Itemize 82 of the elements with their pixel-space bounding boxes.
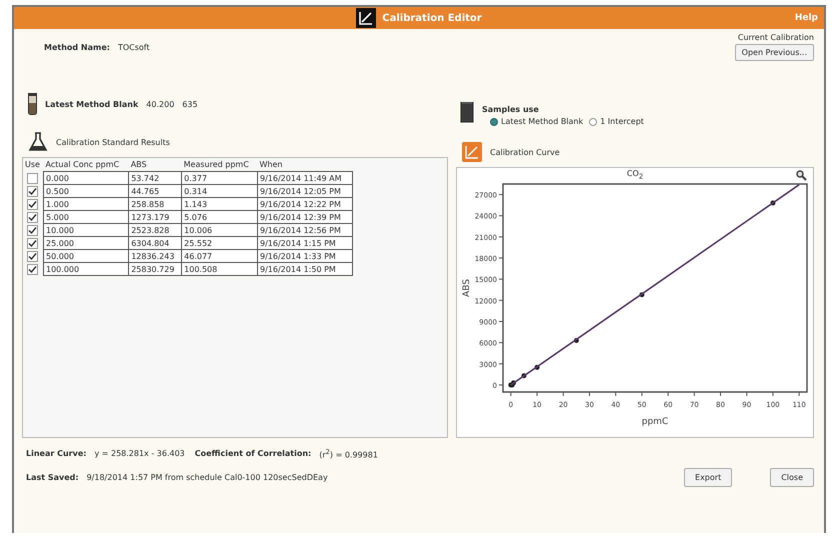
table-cell: 9/16/2014 1:50 PM — [258, 262, 352, 276]
open-previous-button[interactable]: Open Previous... — [734, 44, 814, 61]
table-cell: 25.552 — [182, 236, 258, 250]
checkbox[interactable] — [27, 186, 38, 196]
table-cell: 12836.243 — [128, 250, 182, 262]
data-point — [534, 364, 540, 370]
column-header: Use — [23, 158, 44, 172]
checkbox[interactable] — [27, 238, 38, 248]
method-blank-value: 40.200 — [146, 100, 174, 108]
vial-icon — [28, 93, 37, 115]
data-point — [521, 373, 526, 378]
table-cell: 9/16/2014 11:49 AM — [258, 172, 352, 184]
axis-title: ppmC — [642, 417, 668, 427]
table-cell: 258.858 — [128, 198, 182, 210]
checkbox[interactable] — [27, 212, 38, 222]
method-name-value: TOCsoft — [118, 43, 150, 52]
section-title: Calibration Curve — [490, 148, 560, 156]
window-title: Calibration Editor — [382, 12, 482, 24]
checkbox[interactable] — [27, 264, 38, 274]
correlation-value: (r$^{2}$) = 0.99981 — [319, 448, 378, 460]
samples-use-title: Samples use — [482, 105, 540, 114]
method-name-label: Method Name: — [44, 43, 110, 52]
column-header: ABS — [128, 158, 182, 172]
table-cell: 10.000 — [44, 224, 129, 236]
flask-icon — [28, 132, 48, 152]
table-cell: 5.000 — [44, 210, 129, 224]
table-cell: 9/16/2014 1:33 PM — [258, 250, 352, 262]
table-cell: 0.377 — [182, 172, 258, 184]
table-cell: 25830.729 — [128, 262, 182, 276]
table-cell: 1.143 — [182, 198, 258, 210]
table-cell: 1273.179 — [128, 210, 182, 224]
table-cell: 0.000 — [44, 172, 129, 184]
linear-curve-label: Linear Curve: — [26, 449, 86, 458]
correlation-label: Coefficient of Correlation: — [194, 449, 312, 458]
checkbox[interactable] — [27, 198, 38, 210]
beaker-icon — [460, 101, 474, 123]
table-cell: 9/16/2014 12:56 PM — [258, 224, 352, 236]
table-cell: 2523.828 — [128, 224, 182, 236]
radio-button[interactable] — [490, 118, 498, 126]
axis-title: ABS — [462, 279, 472, 297]
method-blank-value: 635 — [182, 100, 198, 108]
column-header: Measured ppmC — [182, 158, 258, 172]
table-cell: 5.076 — [182, 210, 258, 224]
search-icon — [796, 170, 807, 181]
table-cell: 9/16/2014 12:39 PM — [258, 210, 352, 224]
chart-icon — [356, 8, 376, 28]
table-cell: 9/16/2014 12:05 PM — [258, 184, 352, 198]
table-cell: 100.000 — [44, 262, 129, 276]
current-calibration-label: Current Calibration — [738, 33, 814, 42]
chart-title: CO$_{2}$ — [626, 169, 644, 181]
last-saved-label: Last Saved: — [26, 472, 79, 482]
table-cell: 10.006 — [182, 224, 258, 236]
dialog-button[interactable]: Close — [770, 468, 814, 487]
data-point — [574, 338, 579, 344]
table-cell: 0.314 — [182, 184, 258, 198]
radio-label: Latest Method Blank — [501, 117, 584, 126]
section-title: Calibration Standard Results — [56, 138, 170, 146]
table-cell: 25.000 — [44, 236, 129, 250]
last-saved-value: 9/18/2014 1:57 PM from schedule Cal0-100 120secSedDEay — [86, 472, 328, 482]
table-cell: 6304.804 — [128, 236, 182, 250]
table-cell: 9/16/2014 12:22 PM — [258, 198, 352, 210]
table-cell: 1.000 — [44, 198, 129, 210]
linear-curve-value: y = 258.281x - 36.403 — [94, 449, 185, 458]
dialog-button[interactable]: Export — [684, 468, 732, 487]
data-point — [770, 200, 776, 206]
checkbox[interactable] — [27, 224, 38, 236]
table-cell: 100.508 — [182, 262, 258, 276]
data-point — [639, 292, 644, 298]
table-cell: 53.742 — [128, 172, 182, 184]
table-cell: 46.077 — [182, 250, 258, 262]
checkbox[interactable] — [27, 172, 38, 184]
latest-method-blank-label: Latest Method Blank — [45, 100, 138, 108]
chart-icon — [462, 142, 482, 162]
table-cell: 0.500 — [44, 184, 129, 198]
table-cell: 50.000 — [44, 250, 129, 262]
checkbox[interactable] — [27, 250, 38, 262]
table-cell: 9/16/2014 1:15 PM — [258, 236, 352, 250]
column-header: Actual Conc ppmC — [44, 158, 129, 172]
radio-button[interactable] — [589, 118, 598, 126]
radio-label: 1 Intercept — [600, 117, 644, 126]
table-cell: 44.765 — [128, 184, 182, 198]
column-header: When — [258, 158, 352, 172]
